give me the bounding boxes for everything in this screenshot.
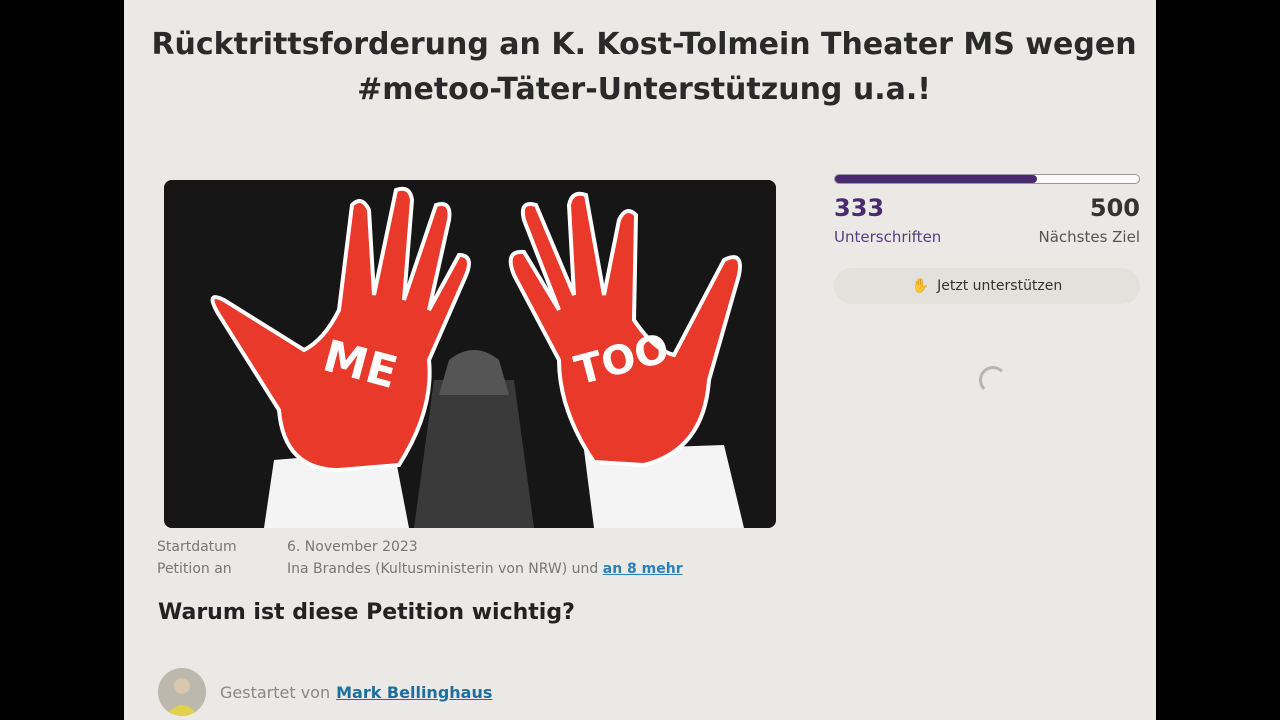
signature-count-label: Unterschriften	[834, 228, 942, 246]
signature-progress-fill	[835, 175, 1038, 183]
start-date-label: Startdatum	[157, 539, 237, 555]
more-targets-link[interactable]: an 8 mehr	[603, 561, 683, 577]
signature-count: 333	[834, 194, 885, 222]
signature-panel: 333 Unterschriften 500 Nächstes Ziel ✋ J…	[834, 170, 1144, 304]
signature-progress-bar	[834, 174, 1140, 184]
support-button[interactable]: ✋ Jetzt unterstützen	[834, 268, 1140, 304]
title-line-1: Rücktrittsforderung an K. Kost-Tolmein T…	[151, 27, 1137, 62]
author-prefix: Gestartet von	[220, 682, 331, 702]
loading-spinner-icon	[979, 366, 1007, 394]
petition-target-label: Petition an	[157, 561, 232, 577]
petition-meta: Startdatum 6. November 2023 Petition an …	[157, 536, 757, 580]
petition-title: Rücktrittsforderung an K. Kost-Tolmein T…	[144, 22, 1144, 112]
support-button-label: Jetzt unterstützen	[937, 278, 1063, 294]
author-link[interactable]: Mark Bellinghaus	[336, 683, 492, 702]
title-line-2: #metoo-Täter-Unterstützung u.a.!	[357, 72, 931, 107]
hand-heart-icon: ✋	[911, 278, 930, 294]
section-heading: Warum ist diese Petition wichtig?	[158, 600, 575, 625]
start-date-value: 6. November 2023	[287, 539, 418, 555]
petition-image: ME TOO	[164, 180, 776, 528]
petition-target-value: Ina Brandes (Kultusministerin von NRW) u…	[287, 561, 599, 577]
avatar[interactable]	[158, 668, 206, 716]
goal-count: 500	[1089, 194, 1140, 222]
browser-page: Rücktrittsforderung an K. Kost-Tolmein T…	[124, 0, 1156, 720]
author-row: Gestartet von Mark Bellinghaus	[158, 668, 492, 716]
goal-label: Nächstes Ziel	[1038, 228, 1140, 246]
